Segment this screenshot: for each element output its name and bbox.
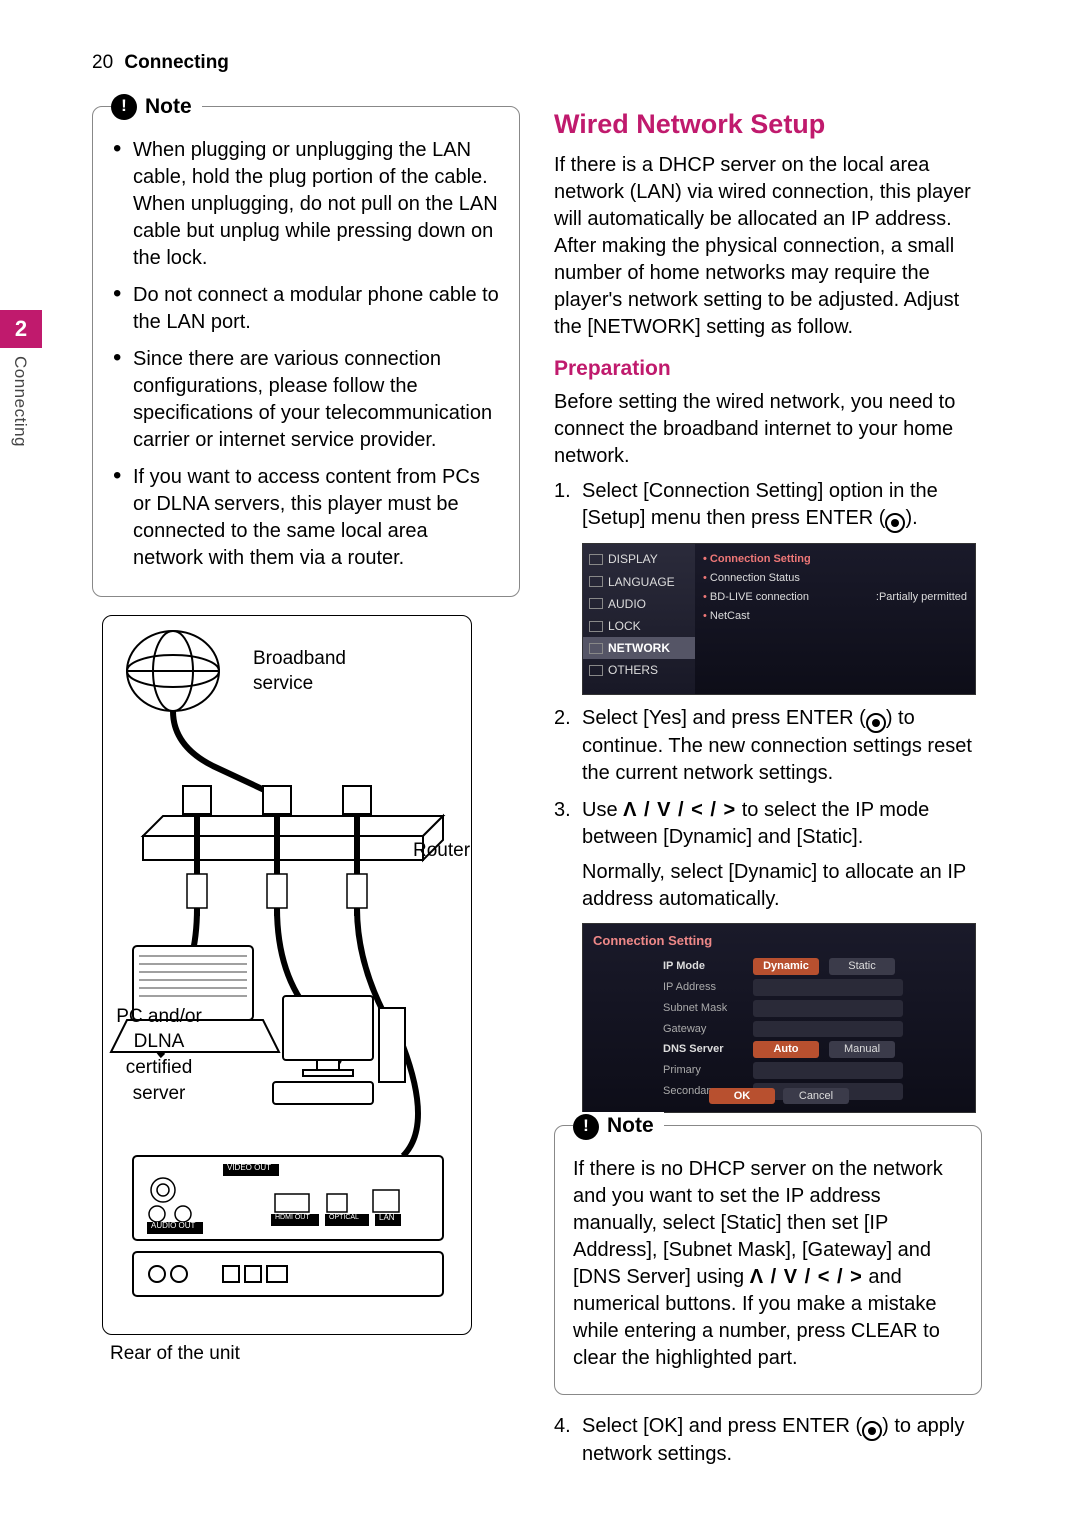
conn-setting-row: Gateway [663, 1019, 965, 1040]
setup-menu-item: LANGUAGE [583, 571, 695, 593]
diagram-caption: Rear of the unit [110, 1341, 520, 1367]
diagram-label-router: Router [413, 838, 470, 864]
page-header: 20 Connecting [92, 50, 982, 76]
setup-menu-item: LOCK [583, 615, 695, 637]
network-diagram: LAN [102, 615, 472, 1335]
conn-option-pill: Manual [829, 1041, 895, 1058]
conn-setting-row: Primary [663, 1060, 965, 1081]
menu-category-icon [589, 554, 603, 565]
conn-title: Connection Setting [593, 932, 965, 950]
connection-setting-screenshot: Connection Setting IP ModeDynamicStaticI… [582, 923, 976, 1113]
conn-setting-row: IP Address [663, 977, 965, 998]
left-column: ! Note When plugging or unplugging the L… [92, 106, 520, 1479]
note-bullet: Since there are various connection confi… [111, 346, 501, 454]
step-3: Use Λ / V / < / > to select the IP mode … [554, 797, 982, 913]
port-label-hdmi-out: HDMI OUT [275, 1213, 310, 1222]
enter-icon [862, 1421, 882, 1441]
note-box: ! Note When plugging or unplugging the L… [92, 106, 520, 597]
note-title: Note [607, 1112, 654, 1140]
note-icon: ! [573, 1114, 599, 1140]
section-intro: If there is a DHCP server on the local a… [554, 152, 982, 341]
arrow-keys: Λ / V / < / > [750, 1266, 863, 1288]
conn-setting-row: IP ModeDynamicStatic [663, 956, 965, 977]
setup-menu-screenshot: DISPLAYLANGUAGEAUDIOLOCKNETWORKOTHERS Co… [582, 543, 976, 695]
step-1: Select [Connection Setting] option in th… [554, 478, 982, 533]
diagram-label-broadband: Broadband service [253, 646, 346, 697]
note-bullet: Do not connect a modular phone cable to … [111, 282, 501, 336]
enter-icon [885, 513, 905, 533]
step-4: Select [OK] and press ENTER () to apply … [554, 1413, 982, 1468]
conn-setting-row: Subnet Mask [663, 998, 965, 1019]
setup-menu-option: NetCast [703, 607, 967, 626]
menu-category-icon [589, 576, 603, 587]
page-section: Connecting [124, 52, 229, 73]
port-label-lan: LAN [379, 1213, 395, 1224]
menu-category-icon [589, 665, 603, 676]
setup-menu-option: Connection Setting [703, 550, 967, 569]
port-label-video-out: VIDEO OUT [227, 1163, 271, 1174]
conn-option-pill: Dynamic [753, 958, 819, 975]
port-label-audio-out: AUDIO OUT [151, 1221, 195, 1232]
menu-category-icon [589, 598, 603, 609]
menu-category-icon [589, 643, 603, 654]
conn-option-pill: Auto [753, 1041, 819, 1058]
setup-menu-option: BD-LIVE connection:Partially permitted [703, 588, 967, 607]
setup-menu-option: Connection Status [703, 569, 967, 588]
port-label-optical: OPTICAL [329, 1213, 359, 1222]
chapter-label-vertical: Connecting [8, 356, 31, 447]
note-icon: ! [111, 94, 137, 120]
chapter-number-badge: 2 [0, 310, 42, 348]
section-title: Wired Network Setup [554, 106, 982, 142]
setup-menu-item: AUDIO [583, 593, 695, 615]
conn-button: Cancel [783, 1088, 849, 1105]
conn-button: OK [709, 1088, 775, 1105]
note-bullet: If you want to access content from PCs o… [111, 464, 501, 572]
right-column: Wired Network Setup If there is a DHCP s… [554, 106, 982, 1479]
step-2: Select [Yes] and press ENTER () to conti… [554, 705, 982, 787]
note-title: Note [145, 93, 192, 121]
svg-text:LAN: LAN [175, 825, 191, 834]
note-bullet: When plugging or unplugging the LAN cabl… [111, 137, 501, 272]
setup-menu-item: OTHERS [583, 659, 695, 681]
arrow-keys: Λ / V / < / > [623, 799, 736, 821]
conn-setting-row: DNS ServerAutoManual [663, 1039, 965, 1060]
preparation-body: Before setting the wired network, you ne… [554, 389, 982, 470]
side-tab: 2 Connecting [0, 310, 52, 447]
diagram-label-server: PC and/or DLNA certified server [99, 1004, 219, 1107]
page-number: 20 [92, 52, 113, 73]
conn-option-pill: Static [829, 958, 895, 975]
setup-menu-item: NETWORK [583, 637, 695, 659]
enter-icon [866, 713, 886, 733]
preparation-heading: Preparation [554, 355, 982, 383]
setup-menu-item: DISPLAY [583, 548, 695, 570]
menu-category-icon [589, 621, 603, 632]
note-box-2: ! Note If there is no DHCP server on the… [554, 1125, 982, 1395]
